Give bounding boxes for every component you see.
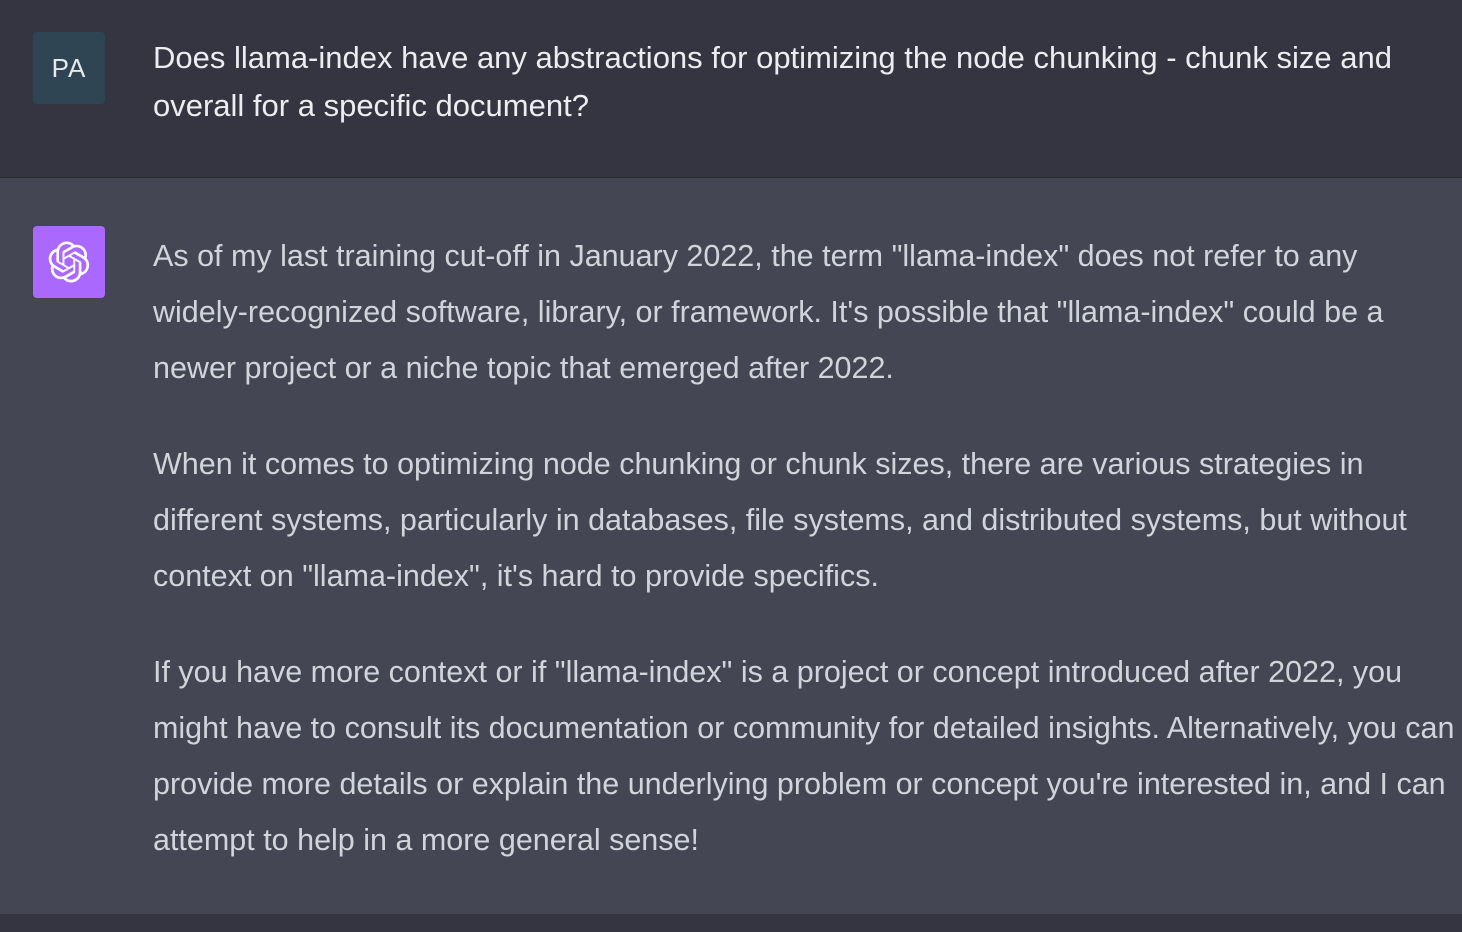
assistant-paragraph: When it comes to optimizing node chunkin…: [153, 447, 1407, 593]
openai-logo-icon: [48, 241, 90, 283]
assistant-message-row: As of my last training cut-off in Januar…: [0, 178, 1462, 914]
assistant-avatar: [33, 226, 105, 298]
assistant-message-text: As of my last training cut-off in Januar…: [153, 228, 1458, 868]
user-message-text: Does llama-index have any abstractions f…: [153, 40, 1392, 123]
user-avatar-initials: PA: [51, 52, 87, 83]
user-avatar: PA: [33, 32, 105, 104]
assistant-paragraph: If you have more context or if "llama-in…: [153, 655, 1455, 857]
assistant-paragraph: As of my last training cut-off in Januar…: [153, 239, 1384, 385]
conversation-bottom-strip: [0, 914, 1462, 932]
user-message-row: PA Does llama-index have any abstraction…: [0, 0, 1462, 178]
